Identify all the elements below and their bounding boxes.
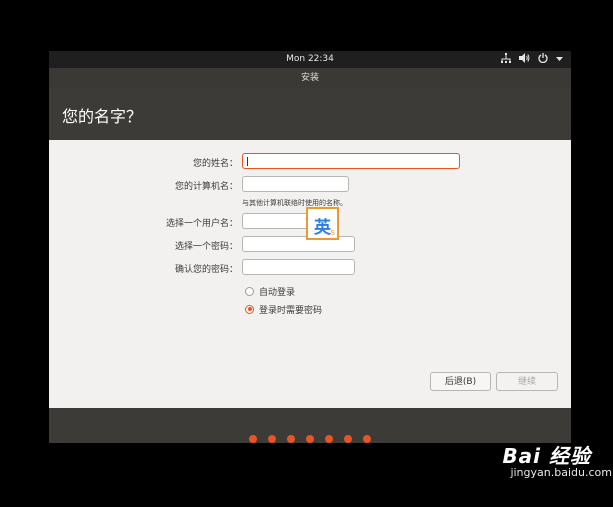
confirm-password-row: 确认您的密码： — [49, 259, 571, 277]
progress-dot — [306, 435, 314, 443]
progress-footer — [49, 408, 571, 443]
system-tray[interactable] — [501, 53, 563, 67]
watermark-logo: Bai 经验 — [502, 444, 591, 468]
progress-dot — [249, 435, 257, 443]
page-title: 您的名字？ — [62, 107, 143, 126]
back-button[interactable]: 后退(B) — [430, 372, 491, 391]
name-field[interactable] — [242, 153, 460, 169]
ime-sub-label: S — [330, 229, 335, 237]
auto-login-radio[interactable] — [245, 286, 254, 296]
progress-dot — [287, 435, 295, 443]
username-label: 选择一个用户名： — [165, 219, 238, 229]
auto-login-option[interactable]: 自动登录 — [245, 285, 296, 298]
confirm-password-label: 确认您的密码： — [174, 265, 238, 275]
text-caret — [247, 157, 248, 166]
user-form: 您的姓名： 您的计算机名： 与其他计算机联络时使用的名称。 选择一个用户名： 选… — [49, 140, 571, 408]
network-icon[interactable] — [501, 53, 511, 67]
window-title: 安装 — [49, 68, 571, 88]
progress-dot — [325, 435, 333, 443]
ubuntu-installer-screen: Mon 22:34 安装 您的名字？ 您的姓名： 您的计算机名： 与其他计算机联… — [49, 51, 571, 443]
progress-dot — [344, 435, 352, 443]
progress-dot — [363, 435, 371, 443]
chevron-down-icon[interactable] — [556, 54, 563, 66]
computer-name-field[interactable] — [242, 176, 349, 192]
continue-button[interactable]: 继续 — [496, 372, 558, 391]
power-icon[interactable] — [538, 53, 548, 67]
volume-icon[interactable] — [519, 53, 530, 67]
confirm-password-field[interactable] — [242, 259, 355, 275]
watermark: Bai 经验 jingyan.baidu.com — [502, 440, 612, 479]
require-password-label: 登录时需要密码 — [259, 305, 323, 316]
password-label: 选择一个密码： — [174, 242, 238, 252]
computer-name-label: 您的计算机名： — [174, 182, 238, 192]
name-row: 您的姓名： — [49, 153, 571, 171]
auto-login-label: 自动登录 — [259, 287, 296, 298]
name-label: 您的姓名： — [192, 159, 238, 169]
computer-name-row: 您的计算机名： — [49, 176, 571, 194]
progress-dots — [249, 435, 371, 443]
require-password-radio[interactable] — [245, 304, 254, 314]
input-method-indicator[interactable]: 英 S — [306, 207, 339, 240]
clock[interactable]: Mon 22:34 — [49, 54, 571, 64]
progress-dot — [268, 435, 276, 443]
watermark-url: jingyan.baidu.com — [510, 466, 612, 479]
require-password-option[interactable]: 登录时需要密码 — [245, 303, 323, 316]
page-header: 您的名字？ — [49, 88, 571, 140]
top-panel: Mon 22:34 — [49, 51, 571, 68]
